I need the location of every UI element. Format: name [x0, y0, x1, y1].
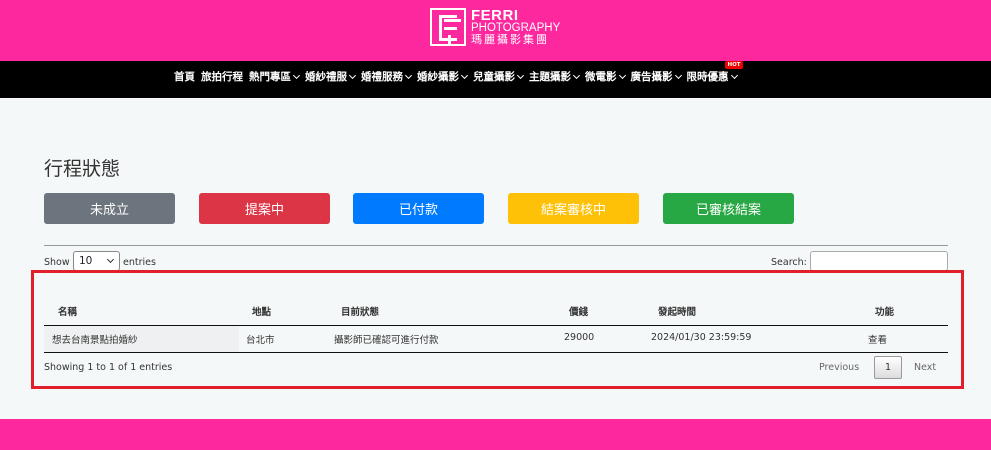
nav-item-label: 主題攝影	[529, 71, 571, 83]
chevron-down-icon	[460, 71, 469, 79]
pagination-previous[interactable]: Previous	[819, 362, 859, 373]
main-nav: 首頁 旅拍行程 熱門專區 婚紗禮服 婚禮服務 婚紗攝影 兒童攝影 主題攝影 微電影 廣告攝影 限時優…	[0, 61, 991, 98]
nav-item-7[interactable]: 主題攝影	[529, 69, 581, 84]
logo-text-chinese: 瑪麗攝影集團	[471, 34, 549, 46]
nav-item-label: 旅拍行程	[201, 71, 243, 83]
column-header-name[interactable]: 名稱	[58, 304, 77, 318]
table-info: Showing 1 to 1 of 1 entries	[44, 362, 173, 373]
nav-item-label: 婚禮服務	[361, 71, 403, 83]
table-footer-border	[44, 352, 948, 353]
cell-price: 29000	[564, 332, 595, 343]
search-label: Search:	[771, 257, 807, 268]
chevron-down-icon	[618, 71, 626, 79]
nav-item-label: 兒童攝影	[473, 71, 515, 83]
nav-item-3[interactable]: 婚紗禮服	[305, 69, 357, 84]
nav-item-1[interactable]: 旅拍行程	[201, 69, 243, 84]
nav-item-9[interactable]: 廣告攝影	[630, 69, 682, 84]
nav-item-label: 婚紗禮服	[305, 71, 347, 83]
cell-status: 攝影師已確認可進行付款	[334, 335, 439, 346]
status-button-not-established[interactable]: 未成立	[44, 193, 175, 224]
nav-item-label: 熱門專區	[249, 71, 291, 83]
cell-location: 台北市	[246, 335, 275, 346]
status-button-proposing[interactable]: 提案中	[199, 193, 330, 224]
page-title: 行程狀態	[44, 158, 121, 180]
nav-item-label: 微電影	[585, 71, 617, 83]
column-header-location[interactable]: 地點	[252, 304, 271, 318]
section-divider	[44, 245, 948, 246]
column-header-action[interactable]: 功能	[875, 304, 894, 318]
nav-item-2[interactable]: 熱門專區	[249, 69, 301, 84]
nav-item-label: 首頁	[174, 71, 195, 83]
chevron-down-icon	[348, 71, 357, 79]
chevron-down-icon	[404, 71, 413, 79]
cell-start-time: 2024/01/30 23:59:59	[651, 332, 752, 343]
column-header-price[interactable]: 價錢	[569, 304, 588, 318]
entries-label: entries	[123, 257, 156, 268]
status-button-closing-review[interactable]: 結案審核中	[508, 193, 639, 224]
chevron-down-icon	[572, 71, 581, 79]
cell-name: 想去台南景點拍婚紗	[52, 335, 138, 346]
entries-length-value: 10	[79, 255, 93, 267]
nav-item-10[interactable]: 限時優惠 HOT	[686, 61, 743, 84]
chevron-down-icon	[292, 71, 301, 79]
column-header-start-time[interactable]: 發起時間	[658, 304, 696, 318]
chevron-down-icon	[674, 71, 682, 79]
status-button-review-closed[interactable]: 已審核結案	[663, 193, 794, 224]
nav-item-4[interactable]: 婚禮服務	[361, 69, 413, 84]
column-header-status[interactable]: 目前狀態	[341, 304, 379, 318]
nav-item-5[interactable]: 婚紗攝影	[417, 69, 469, 84]
chevron-down-icon	[516, 71, 525, 79]
nav-item-label: 限時優惠	[686, 71, 729, 83]
view-link[interactable]: 查看	[868, 332, 887, 346]
chevron-down-icon	[730, 71, 738, 79]
hot-badge: HOT	[725, 61, 743, 69]
pagination-next[interactable]: Next	[914, 362, 936, 373]
site-header: FERRI PHOTOGRAPHY 瑪麗攝影集團	[0, 0, 991, 61]
nav-item-8[interactable]: 微電影	[585, 69, 626, 84]
nav-item-label: 廣告攝影	[630, 71, 673, 83]
nav-item-label: 婚紗攝影	[417, 71, 459, 83]
logo-mark-icon	[430, 8, 466, 46]
pagination-page-1[interactable]: 1	[874, 356, 902, 379]
show-label: Show	[44, 257, 70, 268]
nav-item-0[interactable]: 首頁	[174, 69, 195, 84]
status-button-paid[interactable]: 已付款	[353, 193, 484, 224]
chevron-down-icon	[106, 255, 115, 264]
site-footer	[0, 419, 991, 450]
brand-logo[interactable]: FERRI PHOTOGRAPHY 瑪麗攝影集團	[430, 8, 565, 48]
entries-length-select[interactable]: 10	[73, 251, 120, 271]
nav-item-6[interactable]: 兒童攝影	[473, 69, 525, 84]
search-input[interactable]	[810, 251, 948, 271]
